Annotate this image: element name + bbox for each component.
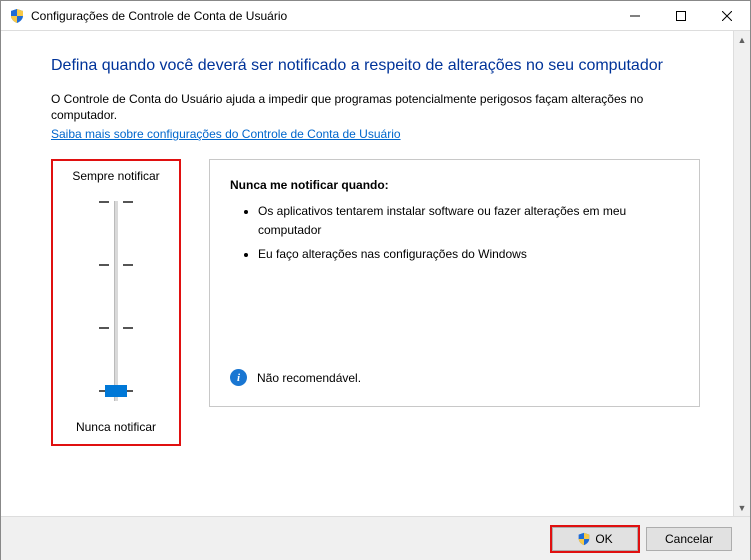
- close-button[interactable]: [704, 1, 750, 31]
- window-controls: [612, 1, 750, 31]
- ok-button-label: OK: [595, 532, 612, 546]
- page-heading: Defina quando você deverá ser notificado…: [51, 55, 700, 77]
- recommendation-text: Não recomendável.: [257, 371, 361, 385]
- detail-list: Os aplicativos tentarem instalar softwar…: [230, 202, 679, 264]
- cancel-button-label: Cancelar: [665, 532, 713, 546]
- slider-panel: Sempre notificar Nunca notificar: [51, 159, 181, 446]
- minimize-button[interactable]: [612, 1, 658, 31]
- maximize-button[interactable]: [658, 1, 704, 31]
- detail-box: Nunca me notificar quando: Os aplicativo…: [209, 159, 700, 407]
- recommendation-row: i Não recomendável.: [230, 369, 361, 386]
- detail-heading: Nunca me notificar quando:: [230, 178, 679, 192]
- scroll-track[interactable]: [734, 48, 750, 499]
- learn-more-link[interactable]: Saiba mais sobre configurações do Contro…: [51, 127, 401, 141]
- cancel-button[interactable]: Cancelar: [646, 527, 732, 551]
- content-area: ▲ ▼ Defina quando você deverá ser notifi…: [1, 31, 750, 516]
- description-text: O Controle de Conta do Usuário ajuda a i…: [51, 91, 700, 125]
- shield-icon: [577, 532, 591, 546]
- scroll-up-arrow[interactable]: ▲: [734, 31, 750, 48]
- shield-icon: [9, 8, 25, 24]
- slider-wrap: [57, 193, 175, 408]
- ok-button[interactable]: OK: [552, 527, 638, 551]
- scroll-down-arrow[interactable]: ▼: [734, 499, 750, 516]
- list-item: Eu faço alterações nas configurações do …: [258, 245, 679, 264]
- button-bar: OK Cancelar: [1, 516, 750, 560]
- slider-label-always: Sempre notificar: [57, 169, 175, 183]
- vertical-scrollbar[interactable]: ▲ ▼: [733, 31, 750, 516]
- window-title: Configurações de Controle de Conta de Us…: [31, 9, 612, 23]
- main-row: Sempre notificar Nunca notificar Nunca m…: [51, 159, 700, 446]
- list-item: Os aplicativos tentarem instalar softwar…: [258, 202, 679, 239]
- slider-track[interactable]: [114, 201, 118, 401]
- info-icon: i: [230, 369, 247, 386]
- titlebar: Configurações de Controle de Conta de Us…: [1, 1, 750, 31]
- slider-label-never: Nunca notificar: [57, 420, 175, 434]
- slider-thumb[interactable]: [105, 385, 127, 397]
